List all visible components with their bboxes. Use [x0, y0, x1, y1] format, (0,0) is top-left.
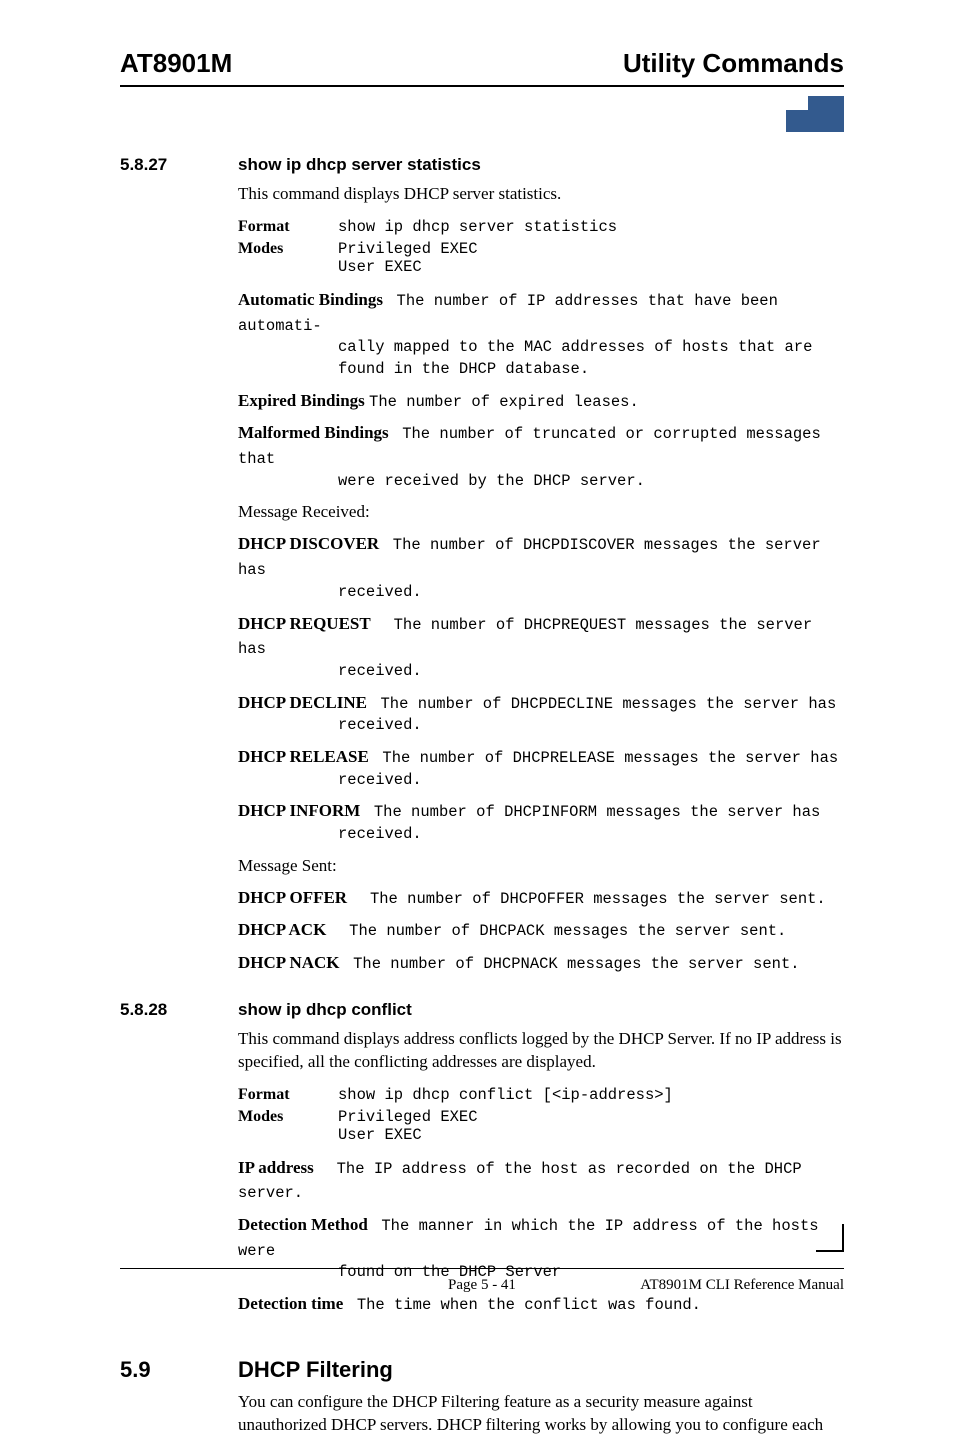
definition-item: Expired Bindings The number of expired l… — [238, 389, 844, 414]
format-arg: [<ip-address>] — [543, 1086, 673, 1104]
definition-item: IP address The IP address of the host as… — [238, 1156, 844, 1205]
modes-values: Privileged EXEC User EXEC — [338, 240, 478, 276]
definition-label: DHCP INFORM — [238, 801, 360, 820]
definition-item: DHCP ACK The number of DHCPACK messages … — [238, 918, 844, 943]
definition-text: The number of expired leases. — [369, 393, 639, 411]
message-sent-heading: Message Sent: — [238, 856, 844, 876]
definition-item: DHCP INFORM The number of DHCPINFORM mes… — [238, 799, 844, 845]
format-label: Format — [238, 1086, 338, 1104]
manual-name: AT8901M CLI Reference Manual — [603, 1277, 844, 1294]
definition-label: DHCP OFFER — [238, 888, 347, 907]
header-product: AT8901M — [120, 48, 232, 79]
definition-text: The number of DHCPNACK messages the serv… — [353, 955, 799, 973]
format-cmd: show ip dhcp conflict — [338, 1086, 543, 1104]
definition-item: Automatic Bindings The number of IP addr… — [238, 288, 844, 381]
modes-label: Modes — [238, 1108, 338, 1144]
page-number: Page 5 - 41 — [361, 1277, 602, 1294]
format-value: show ip dhcp conflict [<ip-address>] — [338, 1086, 673, 1104]
definition-label: IP address — [238, 1158, 314, 1177]
definition-text: The number of DHCPACK messages the serve… — [349, 922, 786, 940]
format-label: Format — [238, 218, 338, 236]
format-value: show ip dhcp server statistics — [338, 218, 617, 236]
section-title: show ip dhcp server statistics — [238, 155, 481, 175]
section-title: show ip dhcp conflict — [238, 1000, 412, 1020]
mode-item: Privileged EXEC — [338, 1108, 478, 1126]
definition-label: Automatic Bindings — [238, 290, 383, 309]
definition-label: Expired Bindings — [238, 391, 365, 410]
page-header: AT8901M Utility Commands — [120, 48, 844, 87]
mode-item: Privileged EXEC — [338, 240, 478, 258]
definition-item: DHCP RELEASE The number of DHCPRELEASE m… — [238, 745, 844, 791]
definition-item: DHCP NACK The number of DHCPNACK message… — [238, 951, 844, 976]
modes-label: Modes — [238, 240, 338, 276]
chapter-intro: You can configure the DHCP Filtering fea… — [238, 1391, 844, 1437]
definition-label: Detection time — [238, 1294, 343, 1313]
definition-label: Malformed Bindings — [238, 423, 389, 442]
definition-item: DHCP REQUEST The number of DHCPREQUEST m… — [238, 612, 844, 683]
corner-mark — [816, 1224, 844, 1252]
section-number: 5.8.27 — [120, 155, 238, 175]
definition-item: DHCP DISCOVER The number of DHCPDISCOVER… — [238, 532, 844, 603]
chapter-title: DHCP Filtering — [238, 1357, 393, 1383]
section-intro: This command displays address conflicts … — [238, 1028, 844, 1074]
message-received-heading: Message Received: — [238, 502, 844, 522]
definition-item: Detection time The time when the conflic… — [238, 1292, 844, 1317]
header-section: Utility Commands — [623, 48, 844, 79]
definition-text: The number of DHCPOFFER messages the ser… — [370, 890, 826, 908]
definition-label: DHCP RELEASE — [238, 747, 369, 766]
definition-text: The time when the conflict was found. — [357, 1296, 701, 1314]
page-footer: Page 5 - 41 AT8901M CLI Reference Manual — [120, 1268, 844, 1294]
definition-label: DHCP DISCOVER — [238, 534, 379, 553]
definition-label: DHCP ACK — [238, 920, 326, 939]
definition-item: DHCP DECLINE The number of DHCPDECLINE m… — [238, 691, 844, 737]
definition-label: DHCP DECLINE — [238, 693, 367, 712]
section-intro: This command displays DHCP server statis… — [238, 183, 844, 206]
chapter-number: 5.9 — [120, 1357, 238, 1383]
mode-item: User EXEC — [338, 1126, 422, 1144]
definition-label: DHCP NACK — [238, 953, 340, 972]
definition-label: Detection Method — [238, 1215, 368, 1234]
definition-item: Malformed Bindings The number of truncat… — [238, 421, 844, 492]
definition-item: DHCP OFFER The number of DHCPOFFER messa… — [238, 886, 844, 911]
definition-label: DHCP REQUEST — [238, 614, 371, 633]
mode-item: User EXEC — [338, 258, 422, 276]
section-number: 5.8.28 — [120, 1000, 238, 1020]
corner-decoration — [784, 96, 844, 140]
modes-values: Privileged EXEC User EXEC — [338, 1108, 478, 1144]
